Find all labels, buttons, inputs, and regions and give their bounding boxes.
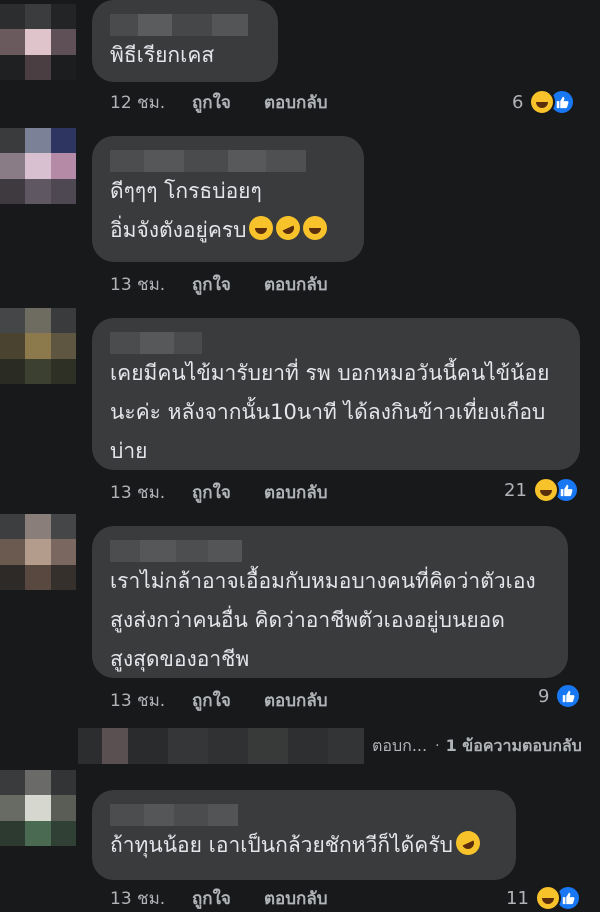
avatar[interactable] [0,4,76,80]
comment-time[interactable]: 13 ชม. [110,271,192,298]
comment-bubble: เคยมีคนไข้มารับยาที่ รพ บอกหมอวันนี้คนไข… [92,318,580,470]
comment-actions: 13 ชม. ถูกใจ ตอบกลับ [110,686,328,714]
comment-bubble: เราไม่กล้าอาจเอื้อมกับหมอบางคนที่คิดว่าต… [92,526,568,678]
view-replies-link[interactable]: 1 ข้อความตอบกลับ [446,734,582,759]
reply-thread-row[interactable]: ตอบก... · 1 ข้อความตอบกลับ [78,726,582,766]
reaction-count: 6 [512,91,524,113]
laugh-icon [532,477,559,503]
like-button[interactable]: ถูกใจ [192,89,264,116]
like-button[interactable]: ถูกใจ [192,687,264,714]
reply-button[interactable]: ตอบกลับ [264,479,328,506]
grin-emoji [249,216,274,240]
comment-actions: 12 ชม. ถูกใจ ตอบกลับ [110,88,328,116]
comment-time[interactable]: 13 ชม. [110,687,192,714]
comment-time[interactable]: 12 ชม. [110,89,192,116]
reaction-summary[interactable]: 9 [538,682,582,710]
comments-feed: พิธีเรียกเคส 12 ชม. ถูกใจ ตอบกลับ 6 ดีๆๆ… [0,0,600,912]
comment-text-body: ถ้าทุนน้อย เอาเป็นกล้วยชักหวีก็ได้ครับ [110,833,453,857]
author-name-blurred[interactable] [110,540,550,562]
avatar[interactable] [0,308,76,384]
comment-time[interactable]: 13 ชม. [110,479,192,506]
reply-arrow-icon: · [435,738,440,754]
comment-text: เราไม่กล้าอาจเอื้อมกับหมอบางคนที่คิดว่าต… [110,569,536,671]
like-button[interactable]: ถูกใจ [192,271,264,298]
like-icon [555,683,582,709]
comment-text: ถ้าทุนน้อย เอาเป็นกล้วยชักหวีก็ได้ครับ [110,826,498,865]
comment-bubble: พิธีเรียกเคส [92,0,278,82]
reaction-summary[interactable]: 11 [506,884,581,912]
like-button[interactable]: ถูกใจ [192,885,264,912]
laugh-icon [529,89,556,115]
comment-bubble: ถ้าทุนน้อย เอาเป็นกล้วยชักหวีก็ได้ครับ [92,790,516,880]
avatar[interactable] [0,770,76,846]
comment-time[interactable]: 13 ชม. [110,885,192,912]
avatar[interactable] [0,128,76,204]
comment-text: ดีๆๆๆ โกรธบ่อยๆ อิ่มจังตังอยู่ครบ [110,172,346,250]
rofl-emoji [452,827,484,859]
author-name-blurred[interactable] [110,150,346,172]
comment-actions: 13 ชม. ถูกใจ ตอบกลับ [110,884,328,912]
reply-button[interactable]: ตอบกลับ [264,271,328,298]
comment-text-body: ดีๆๆๆ โกรธบ่อยๆ อิ่มจังตังอยู่ครบ [110,179,262,242]
comment-text: เคยมีคนไข้มารับยาที่ รพ บอกหมอวันนี้คนไข… [110,361,550,463]
rofl-emoji [272,212,305,244]
reply-button[interactable]: ตอบกลับ [264,885,328,912]
laugh-icon [534,885,561,911]
reply-button[interactable]: ตอบกลับ [264,687,328,714]
comment-actions: 13 ชม. ถูกใจ ตอบกลับ [110,478,328,506]
comment-text: พิธีเรียกเคส [110,43,215,67]
reaction-count: 11 [506,887,529,909]
reaction-summary[interactable]: 21 [504,476,579,504]
reply-author-blurred [78,728,364,764]
reaction-count: 21 [504,479,527,501]
reply-button[interactable]: ตอบกลับ [264,89,328,116]
author-name-blurred[interactable] [110,14,260,36]
author-name-blurred[interactable] [110,332,562,354]
reaction-count: 9 [538,685,550,707]
reply-author-label: ตอบก... [372,735,428,755]
author-name-blurred[interactable] [110,804,498,826]
reaction-summary[interactable]: 6 [512,88,576,116]
comment-actions: 13 ชม. ถูกใจ ตอบกลับ [110,270,328,298]
tears-of-joy-emoji [303,216,328,240]
like-button[interactable]: ถูกใจ [192,479,264,506]
avatar[interactable] [0,514,76,590]
comment-bubble: ดีๆๆๆ โกรธบ่อยๆ อิ่มจังตังอยู่ครบ [92,136,364,262]
